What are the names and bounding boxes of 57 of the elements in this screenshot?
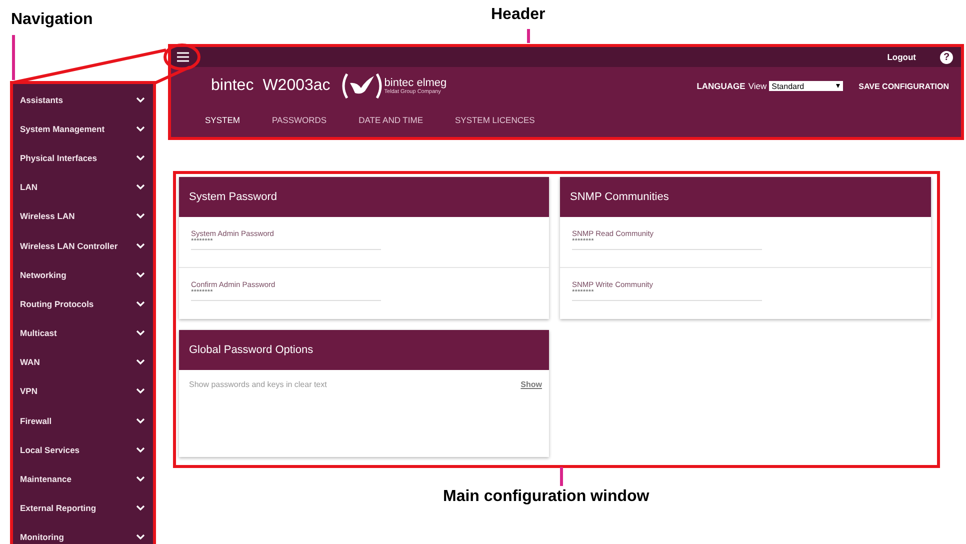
leader-line [560,467,563,486]
tab[interactable]: DATE AND TIME [358,113,423,127]
product-name: bintec [211,77,254,95]
nav-menu-item[interactable]: WAN [13,348,153,377]
language-link[interactable]: LANGUAGE [696,81,748,91]
nav-menu-item[interactable]: Local Services [13,435,153,464]
chevron-down-icon [136,418,145,424]
chevron-down-icon [136,154,145,161]
product-model: W2003ac [262,77,330,95]
nav-menu-item[interactable]: System Management [13,114,153,144]
leader-line [527,29,530,43]
chevron-down-icon [136,388,145,394]
chevron-down-icon [136,126,145,132]
nav-menu-item[interactable]: Wireless LAN Controller [13,230,153,260]
nav-menu-item[interactable]: Routing Protocols [13,289,153,318]
chevron-down-icon [136,300,145,307]
option-text: Show passwords and keys in clear text [189,380,327,389]
nav-menu-item[interactable]: Wireless LAN [13,202,153,231]
chevron-down-icon [136,505,145,512]
logo-text: bintec elmeg [384,78,447,88]
chevron-down-icon [136,476,145,482]
help-button[interactable]: ? [940,50,953,64]
callout-label: Navigation [11,11,93,29]
logout-link[interactable]: Logout [881,51,922,63]
chevron-down-icon [136,242,145,249]
card-title: System Password [189,191,278,203]
card-title: SNMP Communities [570,191,669,203]
nav-menu-item[interactable]: Monitoring [13,522,153,544]
tab[interactable]: SYSTEM LICENCES [454,113,535,127]
chevron-down-icon [136,272,145,278]
card-title: Global Password Options [189,344,314,356]
callout-label: Header [491,6,546,24]
callout-label: Main configuration window [443,488,650,506]
nav-menu-item[interactable]: External Reporting [13,494,153,523]
chevron-down-icon [136,184,145,190]
nav-menu-item[interactable]: Maintenance [13,464,153,494]
chevron-down-icon [136,359,145,366]
tab[interactable]: SYSTEM [205,113,240,127]
nav-menu-item[interactable]: LAN [13,172,153,202]
nav-menu-item[interactable]: Multicast [13,318,153,348]
save-configuration-button[interactable]: SAVE CONFIGURATION [858,82,949,90]
chevron-down-icon [136,213,145,220]
chevron-down-icon [136,96,145,103]
view-dropdown[interactable]: Standard [768,81,843,91]
nav-menu-item[interactable]: VPN [13,376,153,406]
tab[interactable]: PASSWORDS [272,113,327,127]
chevron-down-icon [136,534,145,540]
nav-menu-item[interactable]: Networking [13,260,153,290]
chevron-down-icon [136,446,145,453]
nav-menu-item[interactable]: Firewall [13,406,153,436]
show-link[interactable]: Show [520,380,542,389]
view-label: View [748,81,767,91]
menu-icon[interactable] [177,52,189,62]
nav-menu-item[interactable]: Physical Interfaces [13,143,153,173]
nav-menu-item[interactable]: Assistants [13,85,153,114]
chevron-down-icon [136,330,145,336]
leader-line [12,35,15,80]
